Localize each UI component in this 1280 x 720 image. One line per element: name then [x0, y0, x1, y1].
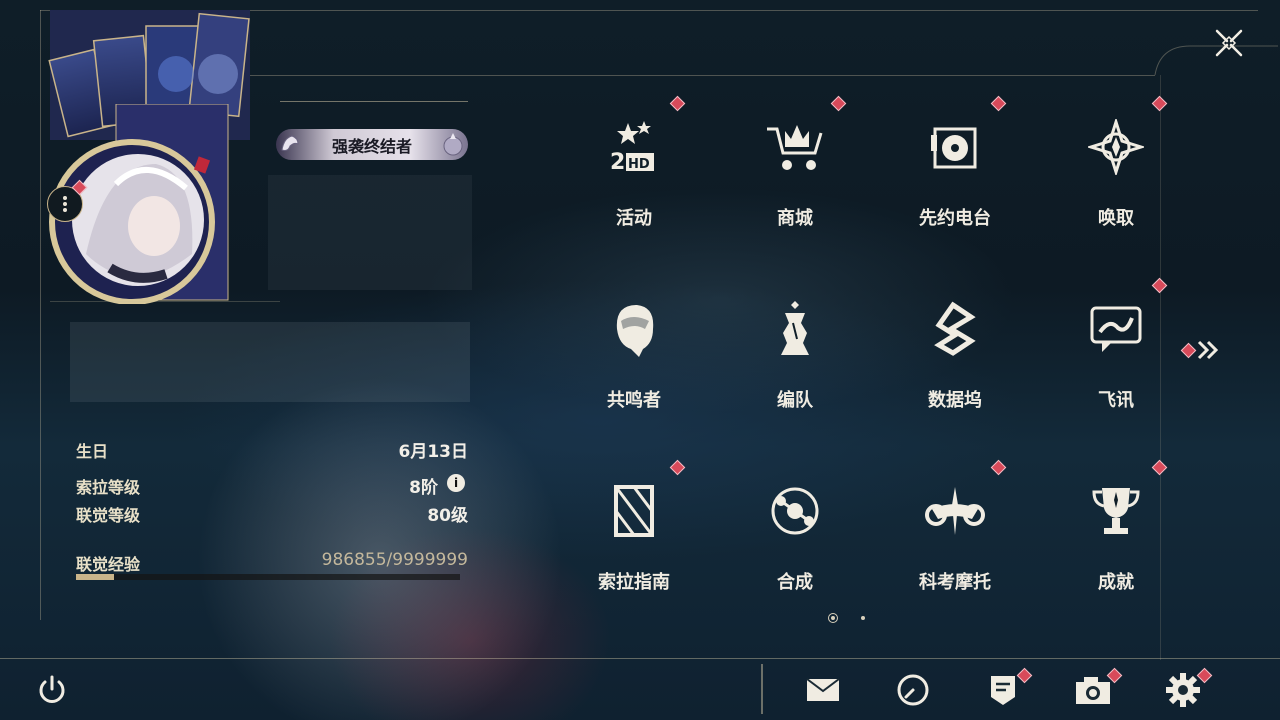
menu-tile-motorbike[interactable]: 科考摩托 — [875, 456, 1035, 636]
menu-tile-alert-badge — [1151, 459, 1168, 476]
resonator-head-icon — [599, 294, 669, 364]
menu-tile-label: 索拉指南 — [598, 572, 670, 593]
union-level-value: 80级 — [427, 506, 468, 526]
menu-tile-label: 合成 — [777, 572, 813, 593]
birthday-label: 生日 — [76, 442, 109, 461]
menu-tile-alert-badge — [1151, 277, 1168, 294]
menu-tile-label: 编队 — [777, 390, 813, 411]
menu-tile-synthesis[interactable]: 合成 — [715, 456, 875, 636]
sol-rank-label: 索拉等级 — [76, 478, 141, 497]
camera-icon — [1076, 677, 1110, 704]
radio-icon — [920, 112, 990, 182]
menu-tile-event-2hd[interactable]: 2 HD 活动 — [554, 92, 714, 272]
menu-tile-alert-badge — [1151, 95, 1168, 112]
page-indicator-1[interactable] — [828, 613, 838, 623]
menu-tile-radio[interactable]: 先约电台 — [875, 92, 1035, 272]
guide-book-icon — [599, 476, 669, 546]
avatar-divider — [50, 301, 280, 302]
close-icon — [1215, 29, 1243, 57]
menu-tile-alert-badge — [830, 95, 847, 112]
menu-tile-label: 飞讯 — [1098, 390, 1134, 411]
power-icon — [39, 675, 65, 703]
frame-left-line — [40, 10, 41, 620]
close-button[interactable] — [1212, 26, 1246, 60]
menu-tile-label: 数据坞 — [928, 390, 982, 411]
menu-tile-label: 商城 — [777, 208, 813, 229]
menu-tile-resonator-head[interactable]: 共鸣者 — [554, 274, 714, 454]
menu-tile-alert-badge — [669, 459, 686, 476]
menu-tile-trophy[interactable]: 成就 — [1036, 456, 1196, 636]
bottom-divider — [761, 664, 763, 714]
clock-icon — [897, 674, 929, 706]
menu-tile-shop-crown-cart[interactable]: 商城 — [715, 92, 875, 272]
power-button[interactable] — [30, 668, 74, 712]
more-vertical-icon — [63, 196, 67, 212]
mail-button[interactable] — [801, 668, 845, 712]
birthday-value: 6月13日 — [398, 442, 469, 462]
menu-tile-guide-book[interactable]: 索拉指南 — [554, 456, 714, 636]
union-exp-value: 986855/9999999 — [321, 550, 468, 570]
menu-tile-alert-badge — [990, 459, 1007, 476]
menu-tile-label: 成就 — [1098, 572, 1134, 593]
union-exp-label: 联觉经验 — [76, 555, 141, 574]
menu-tile-convene-compass[interactable]: 唤取 — [1036, 92, 1196, 272]
menu-tile-label: 活动 — [616, 208, 652, 229]
menu-tile-team-chess[interactable]: 编队 — [715, 274, 875, 454]
title-gem-icon — [443, 133, 463, 156]
page-indicator-2[interactable] — [861, 616, 865, 620]
menu-tile-label: 科考摩托 — [919, 572, 991, 593]
dragon-emblem-icon — [281, 135, 299, 151]
title-badge-label: 强袭终结者 — [331, 136, 412, 156]
frame-bottom-line — [0, 658, 1280, 659]
synthesis-icon — [760, 476, 830, 546]
title-badge[interactable]: 强袭终结者 — [276, 129, 468, 160]
double-chevron-right-icon — [1197, 340, 1219, 360]
menu-tile-label: 先约电台 — [919, 208, 991, 229]
menu-tile-data-bank[interactable]: 数据坞 — [875, 274, 1035, 454]
menu-tile-label: 唤取 — [1098, 208, 1134, 229]
sol-rank-value: 8阶 — [409, 478, 438, 498]
signature-blurred — [268, 175, 472, 290]
chat-icon — [1081, 294, 1151, 364]
menu-tile-alert-badge — [669, 95, 686, 112]
shop-crown-cart-icon — [760, 112, 830, 182]
next-page-button[interactable] — [1195, 336, 1223, 364]
sol-rank-info-icon[interactable]: i — [447, 474, 465, 492]
data-bank-icon — [920, 294, 990, 364]
svg-text:HD: HD — [628, 157, 650, 172]
clock-button[interactable] — [891, 668, 935, 712]
mail-icon — [806, 678, 840, 701]
menu-tile-alert-badge — [990, 95, 1007, 112]
menu-tile-chat[interactable]: 飞讯 — [1036, 274, 1196, 454]
trophy-icon — [1081, 476, 1151, 546]
motorbike-icon — [920, 476, 990, 546]
team-chess-icon — [760, 294, 830, 364]
menu-tile-label: 共鸣者 — [607, 390, 661, 411]
convene-compass-icon — [1081, 112, 1151, 182]
svg-text:2: 2 — [610, 150, 625, 175]
union-level-label: 联觉等级 — [76, 506, 141, 525]
notice-icon — [991, 676, 1015, 705]
frame-header-line — [250, 75, 1155, 76]
event-2hd-icon: 2 HD — [599, 112, 669, 182]
union-exp-bar-fill — [76, 574, 114, 580]
gear-icon — [1166, 673, 1200, 707]
name-underline — [280, 101, 468, 102]
player-name-blurred — [70, 322, 470, 402]
union-exp-bar — [76, 574, 460, 580]
